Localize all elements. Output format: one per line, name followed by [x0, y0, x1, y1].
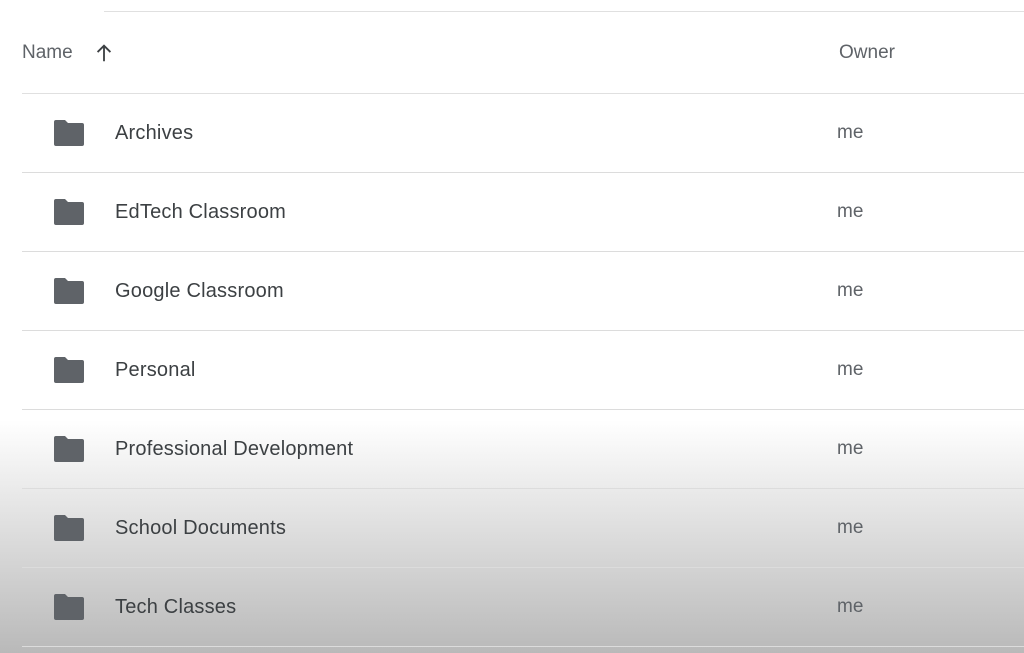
- folder-owner: me: [837, 517, 864, 538]
- name-column-header[interactable]: Name: [22, 42, 115, 64]
- folder-owner: me: [837, 280, 864, 301]
- folder-row[interactable]: Professional Development me: [22, 410, 1024, 489]
- folder-row[interactable]: Tech Classes me: [22, 568, 1024, 647]
- folder-icon: [54, 120, 84, 146]
- folder-owner: me: [837, 596, 864, 617]
- folder-name: School Documents: [115, 516, 287, 539]
- folder-row[interactable]: School Documents me: [22, 489, 1024, 568]
- folder-name: Tech Classes: [115, 595, 237, 618]
- arrow-up-icon[interactable]: [93, 42, 115, 64]
- folder-name: Personal: [115, 358, 196, 381]
- folder-icon: [54, 515, 84, 541]
- folder-name: EdTech Classroom: [115, 200, 287, 223]
- folder-icon: [54, 278, 84, 304]
- file-list: Name Owner Archives me EdTech Classroom …: [22, 12, 1024, 647]
- folder-icon: [54, 199, 84, 225]
- owner-column-header[interactable]: Owner: [839, 42, 895, 64]
- folder-name: Professional Development: [115, 437, 354, 460]
- folder-owner: me: [837, 438, 864, 459]
- folder-owner: me: [837, 359, 864, 380]
- folder-icon: [54, 436, 84, 462]
- folder-row[interactable]: Personal me: [22, 331, 1024, 410]
- folder-row[interactable]: EdTech Classroom me: [22, 173, 1024, 252]
- folder-row[interactable]: Google Classroom me: [22, 252, 1024, 331]
- folder-owner: me: [837, 122, 864, 143]
- folder-name: Google Classroom: [115, 279, 284, 302]
- folder-icon: [54, 594, 84, 620]
- folder-row[interactable]: Archives me: [22, 94, 1024, 173]
- name-column-label: Name: [22, 41, 73, 63]
- folder-owner: me: [837, 201, 864, 222]
- folder-icon: [54, 357, 84, 383]
- file-list-header: Name Owner: [22, 12, 1024, 94]
- folder-name: Archives: [115, 121, 194, 144]
